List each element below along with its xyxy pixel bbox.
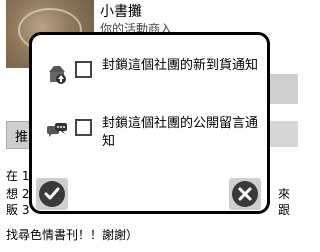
block-notifications-dialog: 封鎖這個社團的新到貨通知 封鎖這個社團的公開留言通知: [29, 32, 270, 214]
shop-title: 小書攤: [100, 4, 142, 20]
new-arrivals-checkbox[interactable]: [75, 61, 92, 78]
description-line-right: 來: [278, 187, 291, 201]
close-icon: [238, 187, 252, 201]
option-label: 封鎖這個社團的公開留言通知: [102, 116, 259, 149]
description-line: 在 1: [6, 169, 30, 183]
description-line-right: 跟: [278, 203, 291, 217]
checkmark-icon: [44, 187, 60, 200]
chat-bubbles-icon: [46, 121, 68, 143]
background-right-button-2[interactable]: [268, 121, 298, 147]
option-label: 封鎖這個社團的新到貨通知: [102, 58, 259, 73]
background-left-button-label: 推: [15, 130, 29, 145]
confirm-button[interactable]: [39, 181, 65, 207]
description-line: 想 2: [6, 187, 30, 201]
description-line: 找尋色情書刊！！謝謝）: [6, 228, 139, 242]
description-line: 販 3: [6, 203, 30, 217]
store-upload-icon: [46, 63, 68, 85]
background-right-button[interactable]: [268, 74, 298, 104]
public-comments-checkbox[interactable]: [75, 119, 92, 136]
close-button[interactable]: [232, 181, 258, 207]
